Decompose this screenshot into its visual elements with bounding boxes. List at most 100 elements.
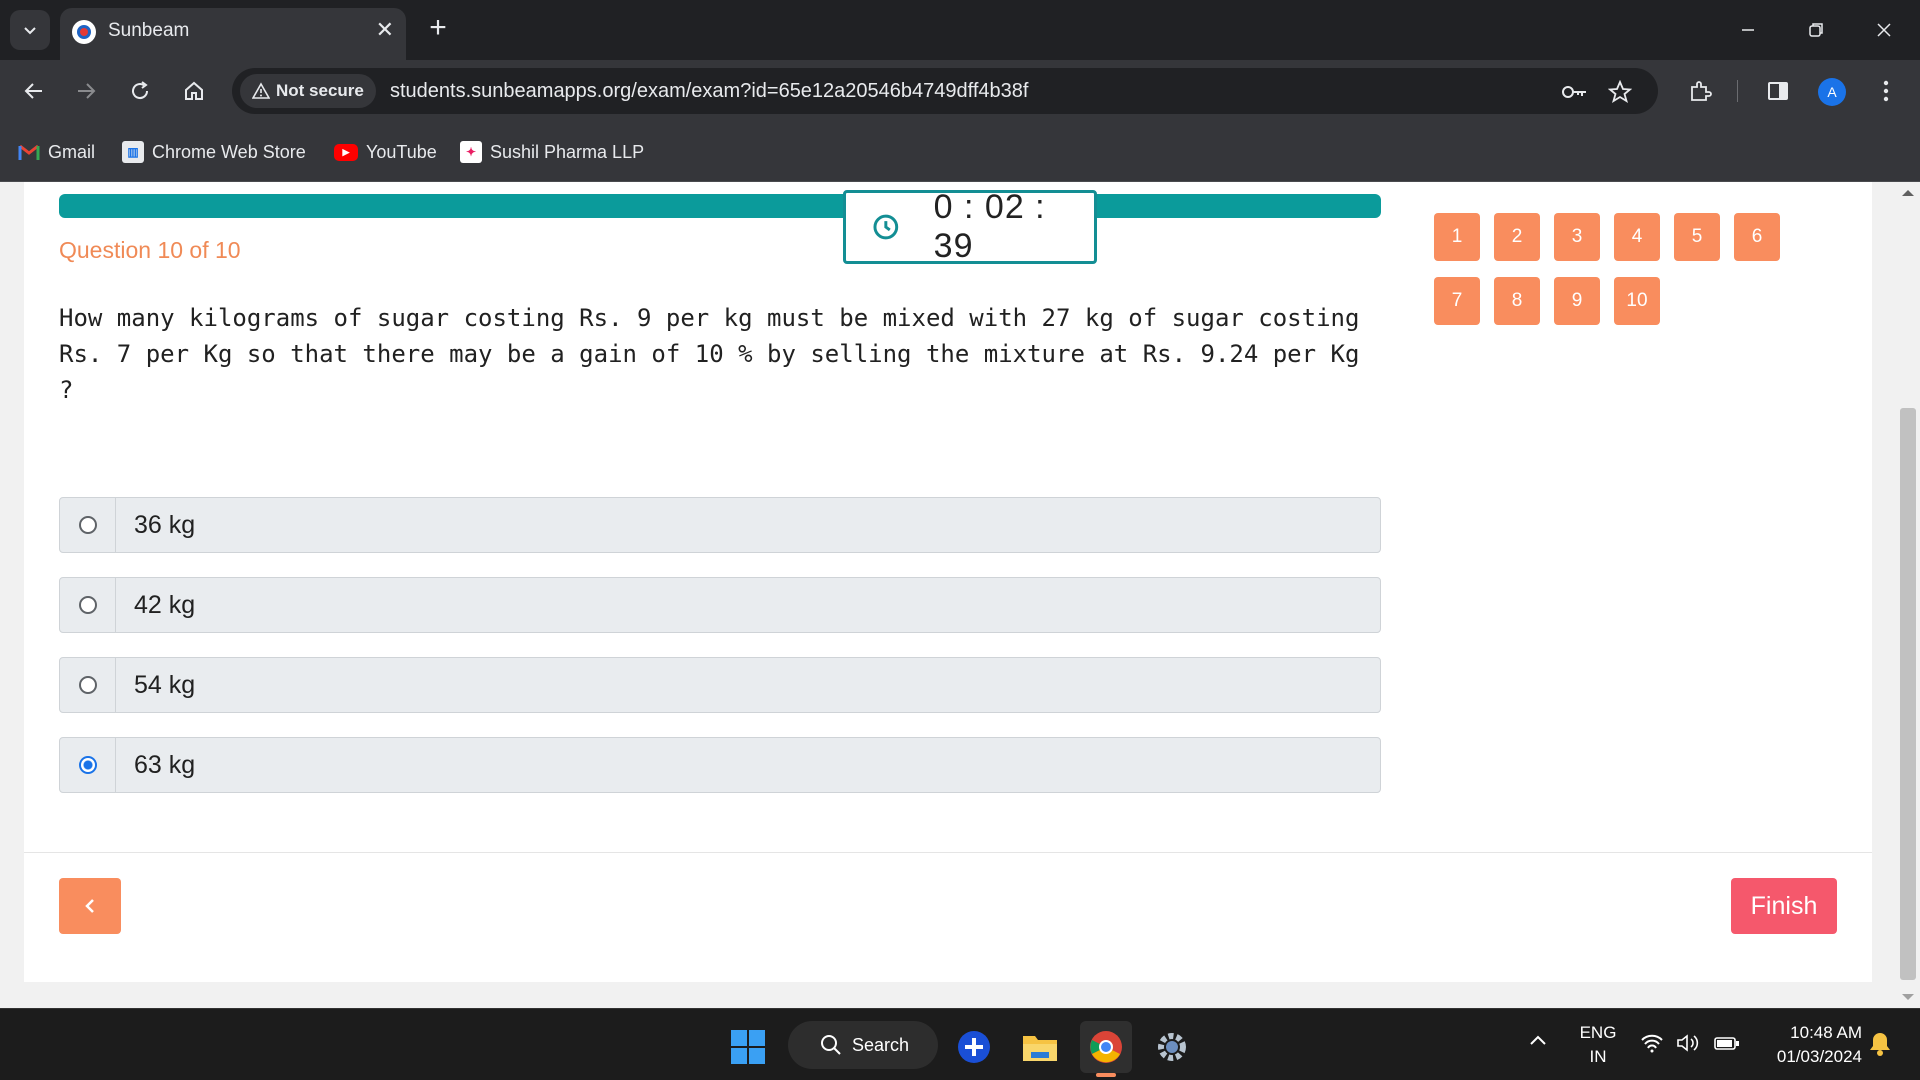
arrow-right-icon xyxy=(78,83,96,99)
question-nav-1[interactable]: 1 xyxy=(1434,213,1480,261)
radio-cell[interactable] xyxy=(60,738,116,792)
taskbar-search[interactable]: Search xyxy=(788,1021,938,1069)
extensions-button[interactable] xyxy=(1684,75,1716,107)
option-label[interactable]: 63 kg xyxy=(134,751,195,780)
bookmark-sushil-pharma[interactable]: ✦ Sushil Pharma LLP xyxy=(460,138,644,166)
question-nav-7[interactable]: 7 xyxy=(1434,277,1480,325)
minimize-button[interactable] xyxy=(1720,8,1776,52)
close-window-button[interactable] xyxy=(1856,8,1912,52)
option-label[interactable]: 42 kg xyxy=(134,591,195,620)
question-nav-6[interactable]: 6 xyxy=(1734,213,1780,261)
start-button[interactable] xyxy=(722,1021,774,1073)
bookmark-label: Gmail xyxy=(48,141,96,162)
folder-icon xyxy=(1023,1036,1057,1061)
new-tab-button[interactable]: + xyxy=(420,10,456,46)
gmail-icon xyxy=(18,144,40,160)
radio-cell[interactable] xyxy=(60,658,116,712)
password-key-icon[interactable] xyxy=(1560,78,1588,106)
answer-option-1[interactable]: 36 kg xyxy=(59,497,1381,553)
restore-button[interactable] xyxy=(1788,8,1844,52)
input-language[interactable]: ENG IN xyxy=(1576,1021,1620,1069)
youtube-icon: ▶ xyxy=(334,143,358,161)
profile-avatar[interactable]: A xyxy=(1818,78,1846,106)
taskbar-settings[interactable] xyxy=(1146,1021,1198,1073)
clock[interactable]: 10:48 AM 01/03/2024 xyxy=(1752,1021,1862,1069)
reload-button[interactable] xyxy=(122,73,158,109)
previous-question-button[interactable] xyxy=(59,878,121,934)
radio-cell[interactable] xyxy=(60,498,116,552)
bookmark-youtube[interactable]: ▶ YouTube xyxy=(334,138,437,166)
chevron-left-icon xyxy=(85,899,94,913)
browser-menu-button[interactable] xyxy=(1870,75,1902,107)
tab-close-icon[interactable]: ✕ xyxy=(376,17,394,43)
clock-date: 01/03/2024 xyxy=(1776,1047,1862,1066)
question-nav-2[interactable]: 2 xyxy=(1494,213,1540,261)
plus-app-icon xyxy=(958,1031,990,1063)
scroll-up-arrow-icon[interactable] xyxy=(1902,190,1914,196)
question-nav-9[interactable]: 9 xyxy=(1554,277,1600,325)
taskbar-file-explorer[interactable] xyxy=(1014,1021,1066,1073)
search-icon xyxy=(821,1035,841,1055)
answer-option-4[interactable]: 63 kg xyxy=(59,737,1381,793)
wifi-icon xyxy=(1641,1034,1663,1053)
notification-bell-icon[interactable] xyxy=(1868,1031,1892,1062)
arrow-left-icon xyxy=(24,83,42,99)
browser-tab-bar: Sunbeam ✕ + xyxy=(0,0,1920,60)
question-counter: Question 10 of 10 xyxy=(59,237,241,263)
question-nav-3[interactable]: 3 xyxy=(1554,213,1600,261)
close-icon xyxy=(1877,23,1891,37)
question-text: How many kilograms of sugar costing Rs. … xyxy=(59,304,1360,404)
question-nav-10[interactable]: 10 xyxy=(1614,277,1660,325)
bookmark-star-icon[interactable] xyxy=(1606,78,1634,106)
security-indicator[interactable]: Not secure xyxy=(240,74,376,108)
forward-button[interactable] xyxy=(68,73,104,109)
option-label[interactable]: 54 kg xyxy=(134,671,195,700)
taskbar-chrome[interactable] xyxy=(1080,1021,1132,1077)
question-nav-5[interactable]: 5 xyxy=(1674,213,1720,261)
reload-icon xyxy=(132,81,149,100)
tab-search-button[interactable] xyxy=(10,10,50,50)
scroll-thumb[interactable] xyxy=(1900,408,1916,980)
puzzle-icon xyxy=(1691,81,1712,101)
bookmark-chrome-web-store[interactable]: ▥ Chrome Web Store xyxy=(122,138,306,166)
browser-tab-sunbeam[interactable]: Sunbeam ✕ xyxy=(60,8,406,60)
toolbar-separator xyxy=(1737,80,1738,102)
question-nav-4[interactable]: 4 xyxy=(1614,213,1660,261)
footer-divider xyxy=(24,852,1872,853)
page-scrollbar[interactable] xyxy=(1896,182,1920,1008)
exam-progress-bar xyxy=(59,194,1381,218)
address-bar[interactable]: Not secure students.sunbeamapps.org/exam… xyxy=(232,68,1658,114)
minimize-icon xyxy=(1742,29,1754,31)
side-panel-button[interactable] xyxy=(1762,75,1794,107)
radio-button[interactable] xyxy=(78,516,97,534)
question-nav-8[interactable]: 8 xyxy=(1494,277,1540,325)
taskbar-app-plus[interactable] xyxy=(948,1021,1000,1073)
option-label[interactable]: 36 kg xyxy=(134,511,195,540)
battery-icon xyxy=(1714,1037,1739,1050)
sunbeam-favicon-icon xyxy=(72,20,96,44)
system-tray-status[interactable] xyxy=(1640,1033,1740,1053)
back-button[interactable] xyxy=(16,73,52,109)
finish-button[interactable]: Finish xyxy=(1731,878,1837,934)
bookmarks-bar: Gmail ▥ Chrome Web Store ▶ YouTube ✦ Sus… xyxy=(0,122,1920,182)
url-text[interactable]: students.sunbeamapps.org/exam/exam?id=65… xyxy=(390,80,1028,103)
tray-overflow-chevron-icon[interactable] xyxy=(1528,1033,1548,1052)
scroll-down-arrow-icon[interactable] xyxy=(1902,994,1914,1000)
region-code: IN xyxy=(1589,1047,1607,1066)
side-panel-icon xyxy=(1768,82,1788,100)
answer-option-2[interactable]: 42 kg xyxy=(59,577,1381,633)
language-code: ENG xyxy=(1579,1023,1617,1042)
search-label: Search xyxy=(852,1034,910,1055)
radio-cell[interactable] xyxy=(60,578,116,632)
radio-button-selected[interactable] xyxy=(78,756,97,774)
more-vertical-icon xyxy=(1883,80,1889,102)
gear-icon xyxy=(1158,1033,1186,1061)
bookmark-gmail[interactable]: Gmail xyxy=(18,138,95,166)
clock-icon xyxy=(873,214,899,240)
radio-button[interactable] xyxy=(78,596,97,614)
home-button[interactable] xyxy=(176,73,212,109)
browser-toolbar: Not secure students.sunbeamapps.org/exam… xyxy=(0,60,1920,122)
radio-button[interactable] xyxy=(78,676,97,694)
home-icon xyxy=(185,81,203,100)
answer-option-3[interactable]: 54 kg xyxy=(59,657,1381,713)
